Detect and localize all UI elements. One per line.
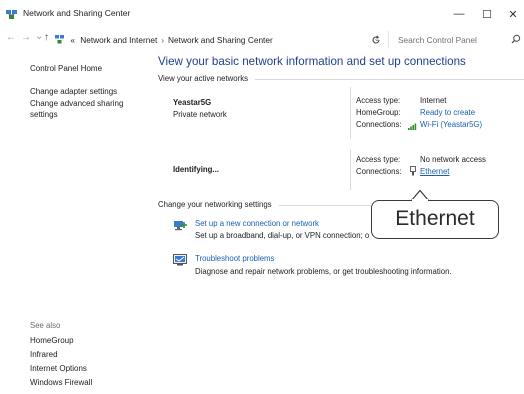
active-networks-label: View your active networks (158, 74, 248, 83)
ethernet-icon (410, 166, 416, 176)
page-title: View your basic network information and … (158, 55, 466, 68)
networking-settings-divider (279, 205, 371, 206)
setup-connection-link[interactable]: Set up a new connection or network (195, 219, 319, 228)
access-type-value: Internet (420, 96, 447, 105)
active-networks-divider (255, 79, 524, 80)
network-name: Yeastar5G (173, 98, 212, 107)
homegroup-label: HomeGroup: (356, 108, 401, 117)
setup-connection-description: Set up a broadband, dial-up, or VPN conn… (195, 231, 370, 240)
connections-label-2: Connections: (356, 167, 402, 176)
new-connection-icon (174, 221, 187, 231)
network-2-divider (350, 150, 351, 190)
network-category: Private network (173, 110, 227, 119)
identifying-network-name: Identifying... (173, 165, 219, 174)
access-type-value-2: No network access (420, 155, 486, 164)
wifi-signal-icon (408, 123, 417, 130)
wifi-connection-link[interactable]: Wi-Fi (Yeastar5G) (420, 120, 482, 129)
network-1-divider (350, 87, 351, 139)
ethernet-callout: Ethernet (371, 200, 499, 239)
access-type-label: Access type: (356, 96, 401, 105)
ethernet-connection-link[interactable]: Ethernet (420, 167, 449, 176)
connections-label: Connections: (356, 120, 402, 129)
callout-text: Ethernet (395, 207, 475, 230)
networking-settings-label: Change your networking settings (158, 200, 272, 209)
homegroup-ready-link[interactable]: Ready to create (420, 108, 475, 117)
troubleshoot-icon (173, 254, 187, 266)
main-content: View your basic network information and … (0, 0, 524, 394)
callout-tail-mask (412, 199, 428, 202)
access-type-label-2: Access type: (356, 155, 401, 164)
troubleshoot-description: Diagnose and repair network problems, or… (195, 267, 452, 276)
troubleshoot-problems-link[interactable]: Troubleshoot problems (195, 254, 274, 263)
